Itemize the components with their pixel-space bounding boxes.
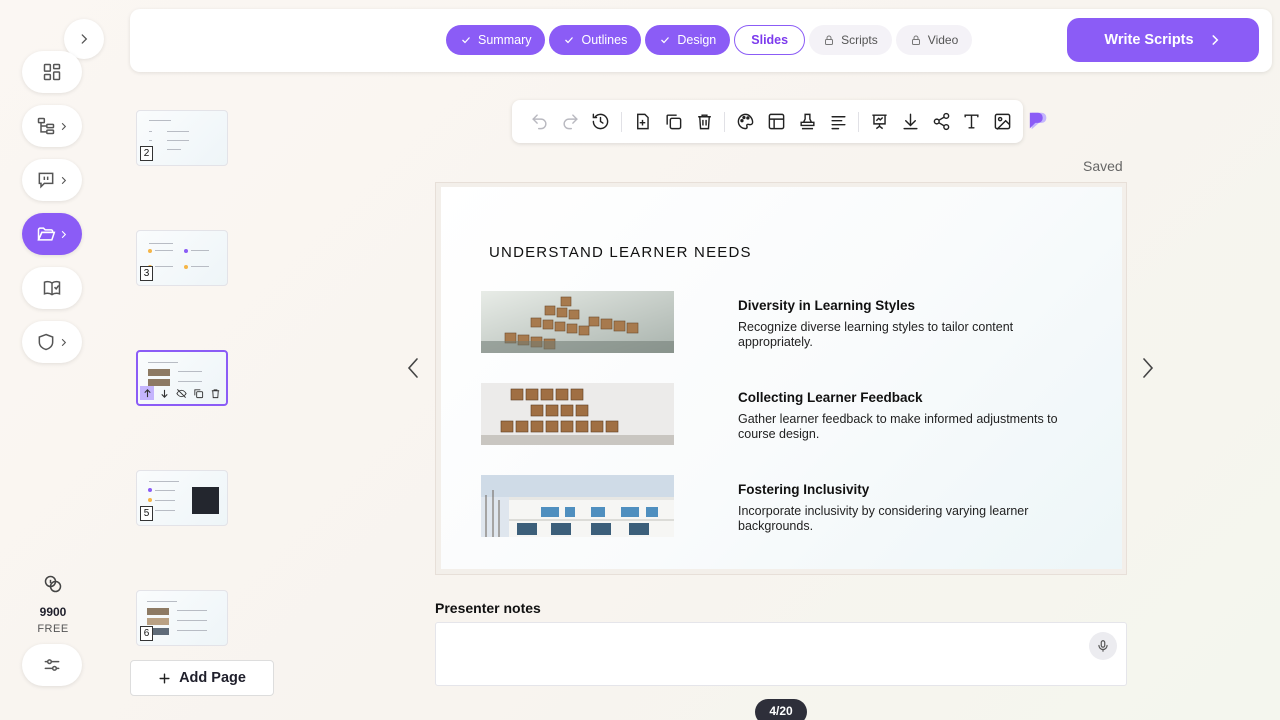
undo-icon[interactable] xyxy=(529,111,550,133)
chevron-left-icon xyxy=(407,358,418,378)
palette-icon[interactable] xyxy=(735,111,756,133)
slide-thumbnail[interactable]: 6 xyxy=(136,590,228,646)
step-outlines[interactable]: Outlines xyxy=(549,25,642,55)
next-slide-button[interactable] xyxy=(1138,353,1158,383)
write-scripts-button[interactable]: Write Scripts xyxy=(1067,18,1259,62)
point-title[interactable]: Diversity in Learning Styles xyxy=(738,298,915,313)
workflow-steps: Summary Outlines Design Slides Scripts V… xyxy=(446,25,973,55)
slide-thumbnail-selected[interactable] xyxy=(136,350,228,406)
plan-label: FREE xyxy=(37,623,69,635)
rail-outline-button[interactable] xyxy=(22,105,82,147)
step-summary[interactable]: Summary xyxy=(446,25,546,55)
check-icon xyxy=(661,37,670,44)
text-icon[interactable] xyxy=(962,111,983,133)
microphone-button[interactable] xyxy=(1089,632,1117,660)
chevron-right-icon xyxy=(81,34,88,44)
step-label: Design xyxy=(677,33,717,47)
rail-script-button[interactable] xyxy=(22,159,82,201)
chevron-right-icon xyxy=(1212,35,1218,45)
rail-library-button[interactable] xyxy=(22,267,82,309)
presenter-notes-label: Presenter notes xyxy=(435,600,541,616)
thumbnail-number: 3 xyxy=(140,266,153,281)
lock-icon xyxy=(825,35,834,45)
presenter-notes-input[interactable] xyxy=(435,622,1127,686)
step-slides[interactable]: Slides xyxy=(734,25,806,55)
slide-thumbnail[interactable]: 2 xyxy=(136,110,228,166)
point-image-modern-building[interactable] xyxy=(481,475,674,537)
thumbnail-number: 2 xyxy=(140,146,153,161)
microphone-icon xyxy=(1098,640,1108,652)
chevron-right-icon xyxy=(61,338,66,346)
editor-toolbar xyxy=(512,100,1023,143)
image-icon[interactable] xyxy=(992,111,1013,133)
redo-icon[interactable] xyxy=(560,111,581,133)
sliders-icon xyxy=(44,659,60,671)
add-page-label: Add Page xyxy=(179,670,246,686)
point-body[interactable]: Gather learner feedback to make informed… xyxy=(738,412,1068,442)
outline-tree-icon xyxy=(37,117,54,135)
lock-icon xyxy=(911,35,920,45)
previous-slide-button[interactable] xyxy=(403,353,423,383)
check-icon xyxy=(462,37,470,44)
point-image-scrabble-learn-from-failure[interactable] xyxy=(481,383,674,445)
step-label: Outlines xyxy=(581,33,628,47)
present-icon[interactable] xyxy=(869,111,890,133)
rail-slides-button[interactable] xyxy=(22,213,82,255)
point-body[interactable]: Recognize diverse learning styles to tai… xyxy=(738,320,1068,350)
step-label: Scripts xyxy=(841,33,878,47)
page-indicator: 4/20 xyxy=(755,699,807,720)
point-title[interactable]: Fostering Inclusivity xyxy=(738,482,869,497)
credits-amount: 9900 xyxy=(39,605,67,619)
shield-icon xyxy=(38,333,53,351)
hide-icon[interactable] xyxy=(174,386,188,400)
layout-icon[interactable] xyxy=(766,111,787,133)
book-check-icon xyxy=(43,280,61,296)
plus-icon xyxy=(159,672,170,684)
stamp-icon[interactable] xyxy=(797,111,818,133)
write-scripts-label: Write Scripts xyxy=(1104,32,1194,48)
thumbnail-actions xyxy=(140,386,222,400)
chevron-right-icon xyxy=(1143,358,1154,378)
chevron-right-icon xyxy=(61,230,66,238)
slide-thumbnail[interactable]: 3 xyxy=(136,230,228,286)
duplicate-icon[interactable] xyxy=(191,386,205,400)
slide-thumbnail[interactable]: 5 xyxy=(136,470,228,526)
ai-assistant-icon[interactable] xyxy=(1028,110,1050,137)
download-icon[interactable] xyxy=(900,111,921,133)
point-body[interactable]: Incorporate inclusivity by considering v… xyxy=(738,504,1068,534)
credits-panel: 9900 FREE xyxy=(22,574,84,635)
thumbnail-number: 6 xyxy=(140,626,153,641)
move-up-icon[interactable] xyxy=(140,386,154,400)
settings-button[interactable] xyxy=(22,644,82,686)
add-page-icon[interactable] xyxy=(632,111,653,133)
step-label: Video xyxy=(927,33,959,47)
history-icon[interactable] xyxy=(591,111,612,133)
point-title[interactable]: Collecting Learner Feedback xyxy=(738,390,923,405)
folder-open-icon xyxy=(36,227,55,241)
align-icon[interactable] xyxy=(828,111,849,133)
step-video[interactable]: Video xyxy=(895,25,973,55)
chevron-right-icon xyxy=(61,122,66,130)
delete-icon[interactable] xyxy=(694,111,715,133)
coins-icon xyxy=(44,575,62,593)
check-icon xyxy=(565,37,574,44)
save-status: Saved xyxy=(1083,158,1123,174)
point-image-scrabble-still-learning[interactable] xyxy=(481,291,674,353)
add-page-button[interactable]: Add Page xyxy=(130,660,274,696)
rail-security-button[interactable] xyxy=(22,321,82,363)
slide-title[interactable]: UNDERSTAND LEARNER NEEDS xyxy=(489,244,752,261)
chevron-right-icon xyxy=(61,176,66,184)
move-down-icon[interactable] xyxy=(157,386,171,400)
step-label: Slides xyxy=(751,33,789,47)
script-chat-icon xyxy=(38,172,53,189)
step-label: Summary xyxy=(478,33,532,47)
share-icon[interactable] xyxy=(931,111,952,133)
step-scripts[interactable]: Scripts xyxy=(809,25,892,55)
duplicate-icon[interactable] xyxy=(663,111,684,133)
rail-dashboard-button[interactable] xyxy=(22,51,82,93)
thumbnail-number: 5 xyxy=(140,506,153,521)
step-design[interactable]: Design xyxy=(645,25,731,55)
delete-icon[interactable] xyxy=(208,386,222,400)
dashboard-icon xyxy=(43,63,61,81)
